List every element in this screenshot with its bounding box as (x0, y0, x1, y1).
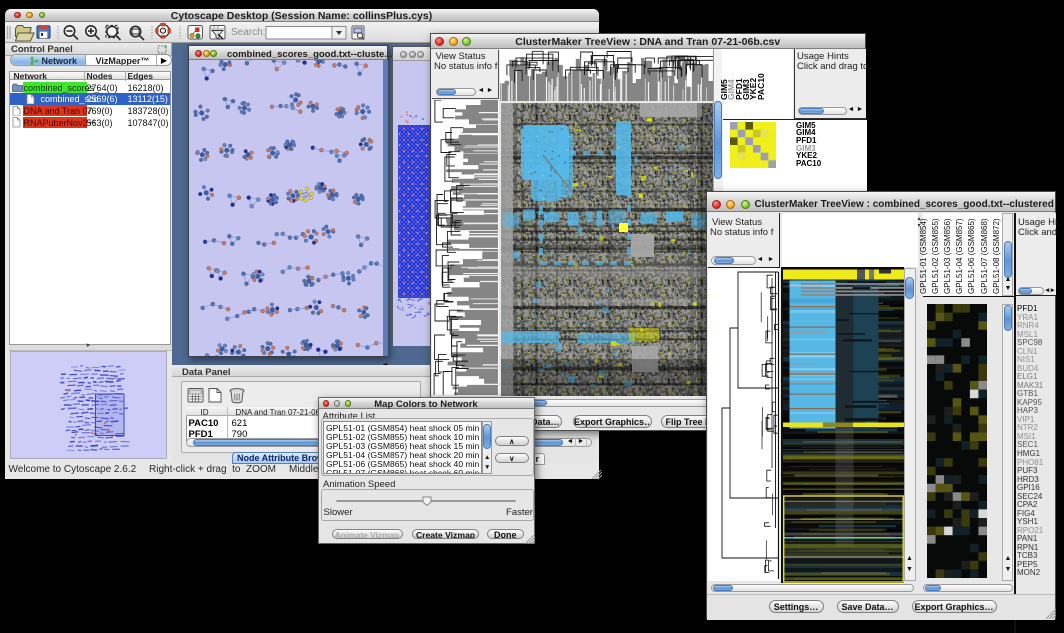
svg-text:Search:: Search: (231, 27, 265, 38)
